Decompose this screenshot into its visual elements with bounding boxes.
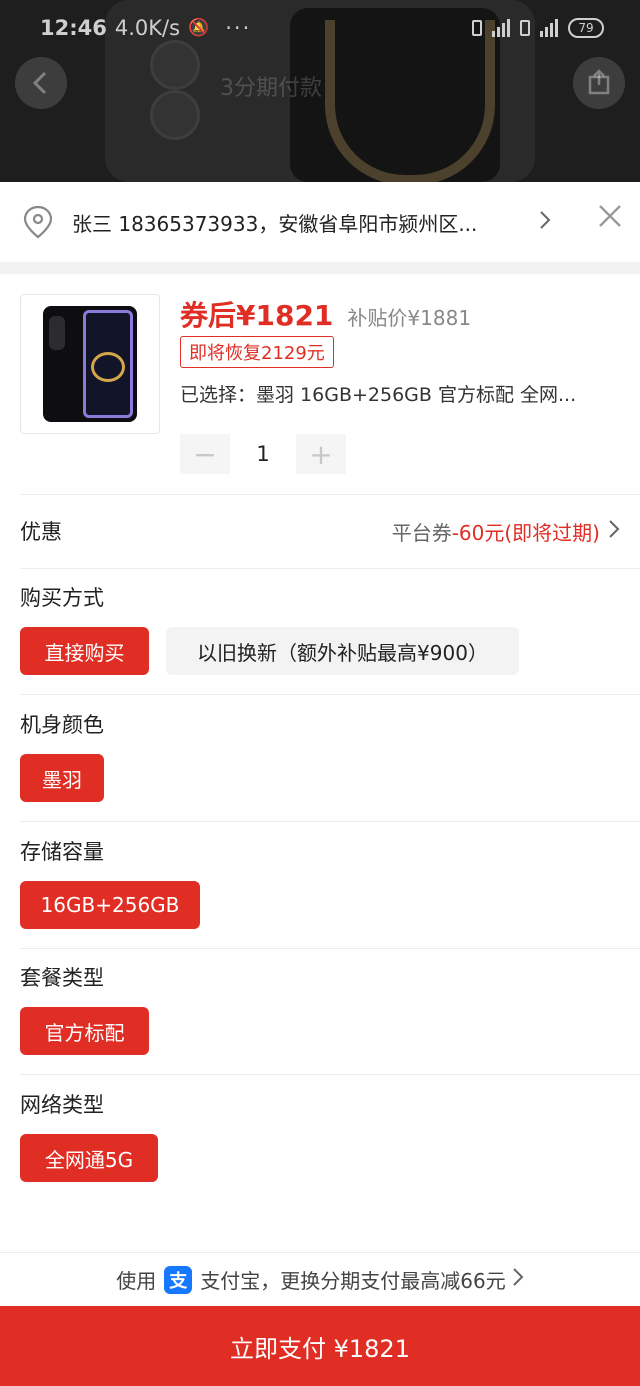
product-summary: 券后¥1821 补贴价¥1881 即将恢复2129元 已选择：墨羽 16GB+2…: [0, 274, 640, 494]
option-storage-16-256[interactable]: 16GB+256GB: [20, 881, 200, 929]
product-thumbnail[interactable]: [20, 294, 160, 434]
back-button[interactable]: [15, 57, 67, 109]
background-camera: [150, 90, 200, 140]
signal1-icon: [492, 19, 510, 37]
phone-image: [43, 306, 137, 422]
share-button[interactable]: [573, 57, 625, 109]
package-title: 套餐类型: [20, 966, 104, 990]
decrease-button[interactable]: −: [180, 434, 230, 474]
option-network-5g[interactable]: 全网通5G: [20, 1134, 158, 1182]
status-time: 12:46: [40, 16, 107, 40]
option-package-official[interactable]: 官方标配: [20, 1007, 149, 1055]
divider: [20, 694, 640, 695]
alipay-icon: 支: [164, 1265, 193, 1294]
platform-coupon-label: 平台券: [391, 520, 452, 545]
divider: [20, 568, 640, 569]
address-text: 张三 18365373933，安徽省阜阳市颍州区...: [72, 211, 478, 236]
address-row[interactable]: 张三 18365373933，安徽省阜阳市颍州区...: [0, 182, 640, 262]
price-row: 券后¥1821 补贴价¥1881: [180, 294, 471, 334]
selected-spec: 已选择：墨羽 16GB+256GB 官方标配 全网...: [180, 384, 577, 406]
divider: [20, 1074, 640, 1075]
share-icon: [588, 69, 610, 95]
more-dots: ···: [225, 16, 252, 40]
close-icon[interactable]: [596, 202, 624, 234]
status-right: 79: [472, 18, 604, 38]
promotion-row[interactable]: 优惠 平台券 -60元(即将过期): [0, 494, 640, 568]
option-direct-buy[interactable]: 直接购买: [20, 627, 149, 675]
sim1-icon: [472, 20, 482, 36]
storage-title: 存储容量: [20, 840, 104, 864]
coupon-amount: -60元(即将过期): [451, 520, 600, 545]
chevron-right-icon: [608, 518, 620, 545]
mute-bell-icon: 🔕: [188, 18, 210, 38]
purchase-sheet: 张三 18365373933，安徽省阜阳市颍州区... 券后¥1821 补贴价¥…: [0, 182, 640, 1386]
phone-camera: [49, 316, 65, 350]
section-divider: [0, 262, 640, 274]
signal2-icon: [540, 19, 558, 37]
battery-icon: 79: [568, 18, 604, 38]
color-title: 机身颜色: [20, 713, 104, 737]
tip-prefix: 使用: [116, 1269, 157, 1293]
status-bar: 12:46 4.0K/s 🔕 ··· 79: [0, 0, 640, 56]
quantity-value[interactable]: 1: [230, 442, 296, 466]
pay-now-button[interactable]: 立即支付 ¥1821: [0, 1306, 640, 1386]
network-speed: 4.0K/s: [114, 16, 181, 40]
chevron-right-icon: [538, 208, 552, 236]
option-trade-in[interactable]: 以旧换新（额外补贴最高¥900）: [166, 627, 519, 675]
tip-text: 支付宝，更换分期支付最高减66元: [200, 1269, 506, 1293]
installment-tip[interactable]: 使用 支 支付宝，更换分期支付最高减66元: [0, 1252, 640, 1306]
location-pin-icon: [22, 205, 54, 239]
promotion-value: 平台券 -60元(即将过期): [392, 517, 620, 546]
price-restore-badge: 即将恢复2129元: [180, 336, 334, 368]
promotion-label: 优惠: [20, 520, 62, 544]
sim2-icon: [520, 20, 530, 36]
subsidy-price: 补贴价¥1881: [347, 306, 472, 330]
background-faint-text: 3分期付款: [220, 76, 322, 101]
network-title: 网络类型: [20, 1093, 104, 1117]
purchase-method-title: 购买方式: [20, 586, 104, 610]
quantity-stepper: − 1 +: [180, 434, 346, 474]
chevron-right-icon: [512, 1266, 524, 1293]
option-color-moyu[interactable]: 墨羽: [20, 754, 104, 802]
divider: [20, 821, 640, 822]
price-after-coupon: 券后¥1821: [180, 299, 334, 332]
phone-wallpaper-loop: [91, 352, 125, 382]
divider: [20, 948, 640, 949]
increase-button[interactable]: +: [296, 434, 346, 474]
back-arrow-icon: [32, 71, 47, 95]
